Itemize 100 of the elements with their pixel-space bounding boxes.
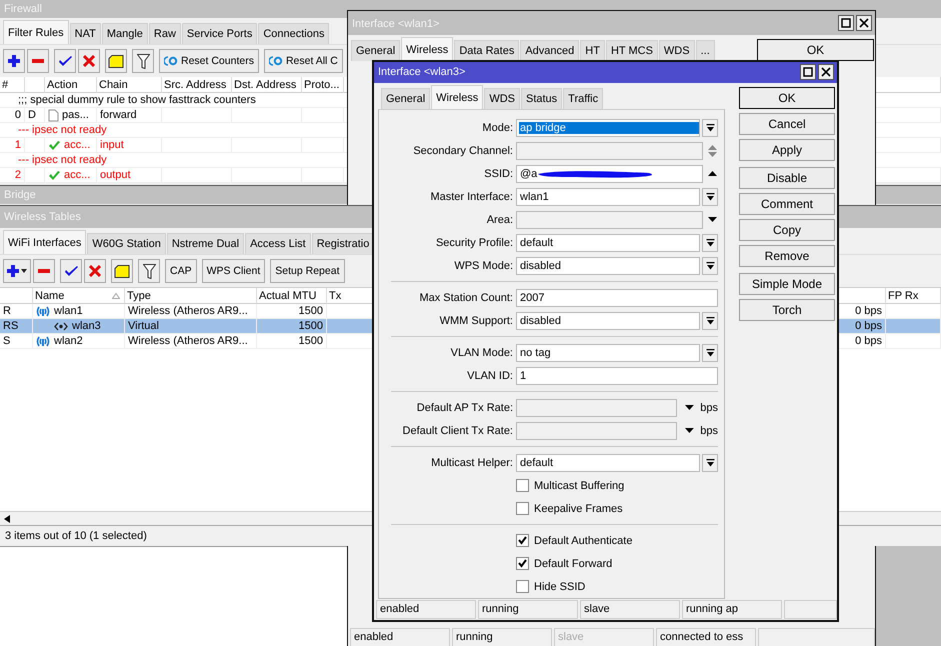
dialog-button[interactable]: OK: [739, 87, 835, 109]
left-arrow-icon[interactable]: [4, 514, 10, 522]
filter-button[interactable]: [138, 259, 160, 283]
checkbox[interactable]: Multicast Buffering: [516, 479, 624, 492]
down-arrow-icon[interactable]: [684, 404, 696, 411]
input-field[interactable]: @a: [516, 164, 703, 182]
down-arrow-icon[interactable]: [707, 216, 718, 223]
tab[interactable]: HT MCS: [606, 40, 658, 61]
tab[interactable]: General: [381, 88, 430, 109]
dropdown-button[interactable]: [702, 118, 718, 136]
tab[interactable]: Registratio: [312, 233, 374, 254]
column-header[interactable]: Name: [33, 288, 125, 304]
tab[interactable]: Wireless: [401, 37, 454, 61]
close-button[interactable]: [818, 64, 834, 80]
tab[interactable]: Wireless: [431, 85, 484, 109]
enable-button[interactable]: [54, 49, 76, 73]
dropdown-field[interactable]: default: [516, 454, 700, 472]
tab[interactable]: Filter Rules: [3, 20, 69, 44]
tab[interactable]: Connections: [258, 23, 330, 44]
dropdown-field[interactable]: ap bridge: [516, 118, 700, 136]
comment-button[interactable]: [111, 259, 133, 283]
tab[interactable]: General: [351, 40, 400, 61]
rule-number: 2: [14, 168, 21, 182]
dropdown-button[interactable]: [702, 344, 718, 362]
toolbar-button[interactable]: Setup Repeat: [270, 259, 344, 283]
add-button[interactable]: [3, 259, 31, 283]
tab[interactable]: Nstreme Dual: [166, 233, 244, 254]
tab[interactable]: Access List: [245, 233, 311, 254]
input-field[interactable]: 2007: [516, 288, 718, 306]
up-down-arrows-icon[interactable]: [707, 144, 718, 158]
checkbox[interactable]: Default Authenticate: [516, 534, 632, 547]
checkbox-box[interactable]: [516, 557, 529, 570]
dropdown-field[interactable]: disabled: [516, 312, 700, 330]
dialog-button[interactable]: Apply: [739, 139, 835, 161]
dialog-button[interactable]: Cancel: [739, 113, 835, 135]
tab[interactable]: ...: [696, 40, 715, 61]
dialog-button[interactable]: Comment: [739, 193, 835, 215]
input-field[interactable]: 1: [516, 366, 718, 384]
column-header[interactable]: Chain: [97, 77, 162, 93]
tab[interactable]: HT: [580, 40, 605, 61]
dropdown-button[interactable]: [702, 256, 718, 274]
checkbox-box[interactable]: [516, 502, 529, 515]
column-header[interactable]: FP Rx: [886, 288, 941, 304]
tab[interactable]: WDS: [658, 40, 695, 61]
dropdown-field[interactable]: default: [516, 234, 700, 252]
comment-button[interactable]: [105, 49, 127, 73]
add-button[interactable]: [3, 49, 25, 73]
remove-button[interactable]: [27, 49, 49, 73]
up-arrow-icon[interactable]: [707, 170, 718, 177]
tab[interactable]: WiFi Interfaces: [3, 230, 86, 254]
dropdown-field[interactable]: no tag: [516, 344, 700, 362]
reset-button[interactable]: Reset All C: [264, 49, 343, 73]
tab[interactable]: Raw: [148, 23, 181, 44]
column-header[interactable]: Src. Address: [162, 77, 232, 93]
dropdown-field[interactable]: disabled: [516, 256, 700, 274]
disable-button[interactable]: [84, 259, 106, 283]
maximize-button[interactable]: [838, 15, 854, 31]
column-header[interactable]: #: [0, 77, 25, 93]
dropdown-button[interactable]: [702, 234, 718, 252]
enable-button[interactable]: [60, 259, 82, 283]
checkbox-label: Keepalive Frames: [534, 502, 623, 514]
reset-button[interactable]: Reset Counters: [159, 49, 259, 73]
filter-button[interactable]: [132, 49, 154, 73]
dialog-button[interactable]: Disable: [739, 167, 835, 189]
disable-button[interactable]: [78, 49, 100, 73]
tab[interactable]: Status: [520, 88, 562, 109]
tab[interactable]: WDS: [484, 88, 520, 109]
remove-button[interactable]: [33, 259, 55, 283]
tab[interactable]: Mangle: [102, 23, 148, 44]
column-header[interactable]: Proto...: [302, 77, 344, 93]
column-header[interactable]: Actual MTU: [257, 288, 327, 304]
dialog-button[interactable]: Remove: [739, 245, 835, 267]
tab[interactable]: Advanced: [520, 40, 580, 61]
checkbox[interactable]: Default Forward: [516, 557, 612, 570]
column-header[interactable]: Action: [45, 77, 97, 93]
toolbar-button[interactable]: WPS Client: [202, 259, 266, 283]
maximize-button[interactable]: [800, 64, 816, 80]
column-header[interactable]: Dst. Address: [232, 77, 302, 93]
dropdown-button[interactable]: [702, 454, 718, 472]
tab[interactable]: W60G Station: [87, 233, 166, 254]
tab[interactable]: Service Ports: [182, 23, 258, 44]
column-header[interactable]: Type: [125, 288, 257, 304]
tab[interactable]: Traffic: [563, 88, 604, 109]
dropdown-button[interactable]: [702, 188, 718, 206]
toolbar-button[interactable]: CAP: [165, 259, 197, 283]
checkbox-box[interactable]: [516, 534, 529, 547]
checkbox-box[interactable]: [516, 479, 529, 492]
dialog-button[interactable]: Simple Mode: [739, 273, 835, 295]
dropdown-button[interactable]: [702, 312, 718, 330]
checkbox[interactable]: Keepalive Frames: [516, 502, 623, 515]
tab[interactable]: NAT: [70, 23, 101, 44]
close-button[interactable]: [856, 15, 872, 31]
checkbox[interactable]: Hide SSID: [516, 580, 586, 593]
tab[interactable]: Data Rates: [454, 40, 520, 61]
dialog-button[interactable]: Copy: [739, 219, 835, 241]
ok-button[interactable]: OK: [757, 39, 874, 61]
dropdown-field[interactable]: wlan1: [516, 188, 700, 206]
down-arrow-icon[interactable]: [684, 427, 696, 434]
checkbox-box[interactable]: [516, 580, 529, 593]
dialog-button[interactable]: Torch: [739, 299, 835, 321]
